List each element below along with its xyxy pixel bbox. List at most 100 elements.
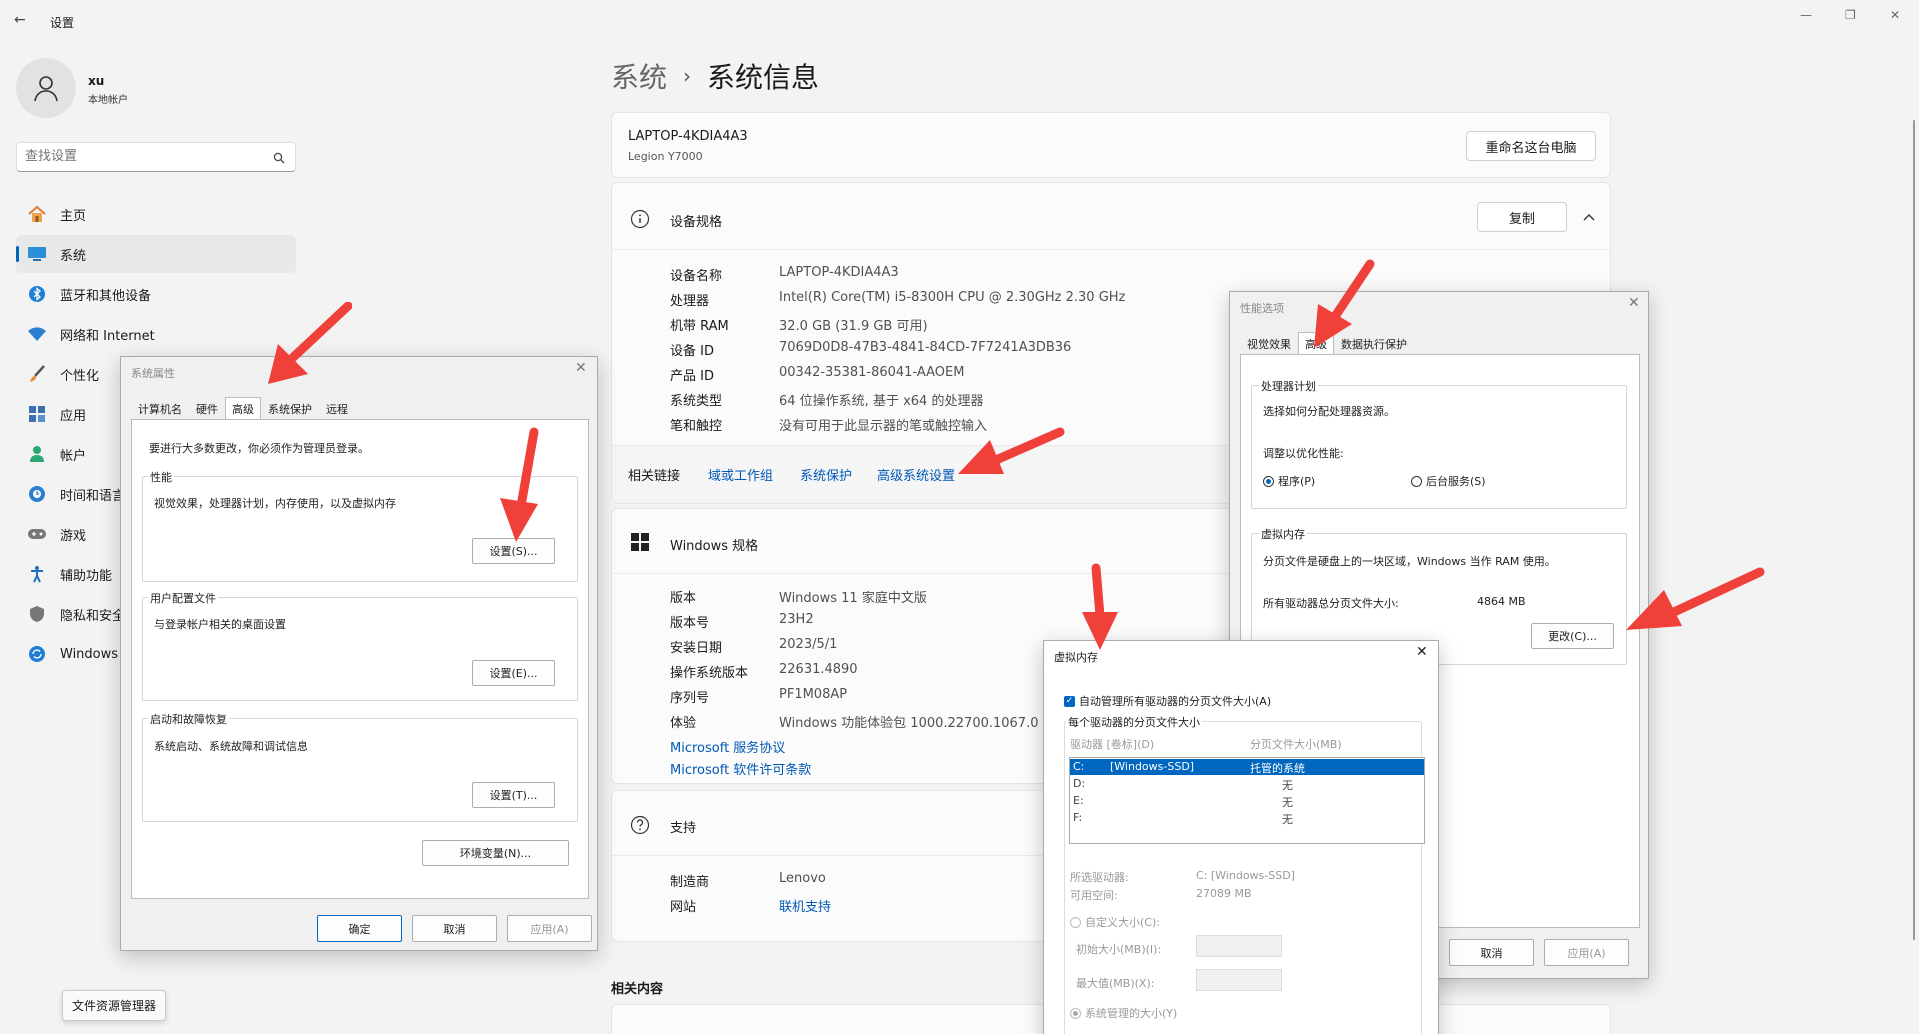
file-explorer-tooltip: 文件资源管理器 xyxy=(62,990,167,1021)
search-icon[interactable] xyxy=(273,152,285,164)
apply-button[interactable]: 应用(A) xyxy=(1544,939,1629,966)
environment-variables-button[interactable]: 环境变量(N)... xyxy=(422,840,569,866)
selected-drive-label: 所选驱动器: xyxy=(1070,871,1129,884)
sidebar-item-home[interactable]: 主页 xyxy=(16,195,296,233)
group-per-drive: 每个驱动器的分页文件大小 xyxy=(1066,714,1202,730)
drive-list[interactable]: C: [Windows-SSD] 托管的系统 D: 无 E: 无 F: 无 xyxy=(1069,757,1425,844)
spec-value: 64 位操作系统, 基于 x64 的处理器 xyxy=(779,394,984,409)
person-icon xyxy=(26,443,48,465)
apps-icon xyxy=(26,403,48,425)
spec-value: 00342-35381-86041-AAOEM xyxy=(779,365,965,380)
close-icon[interactable]: ✕ xyxy=(1416,644,1428,660)
link-ms-license-terms[interactable]: Microsoft 软件许可条款 xyxy=(670,759,811,778)
maximize-button[interactable]: ❐ xyxy=(1845,8,1856,22)
ok-button[interactable]: 确定 xyxy=(317,915,402,942)
spec-label: 系统类型 xyxy=(670,394,723,409)
vm-change-button[interactable]: 更改(C)... xyxy=(1531,623,1614,649)
col-drive: 驱动器 [卷标](D) xyxy=(1070,738,1155,751)
radio-checked-icon xyxy=(1263,475,1274,487)
spec-label: 设备名称 xyxy=(670,269,723,284)
scrollbar[interactable] xyxy=(1913,120,1915,940)
spec-label: 序列号 xyxy=(670,691,710,706)
apply-button[interactable]: 应用(A) xyxy=(507,915,592,942)
tab-visual-effects[interactable]: 视觉效果 xyxy=(1240,332,1298,355)
table-row[interactable]: D: 无 xyxy=(1070,776,1424,792)
tab-advanced[interactable]: 高级 xyxy=(225,397,261,420)
copy-button[interactable]: 复制 xyxy=(1477,202,1567,232)
sidebar-item-label: 个性化 xyxy=(60,368,100,384)
windows-logo-icon xyxy=(631,533,649,551)
table-row[interactable]: C: [Windows-SSD] 托管的系统 xyxy=(1070,759,1424,775)
sidebar-item-bluetooth[interactable]: 蓝牙和其他设备 xyxy=(16,275,296,313)
search-box[interactable] xyxy=(16,142,296,172)
windows-specs-title: Windows 规格 xyxy=(670,539,759,554)
spec-value: Intel(R) Core(TM) i5-8300H CPU @ 2.30GHz… xyxy=(779,290,1126,305)
sidebar-item-network[interactable]: 网络和 Internet xyxy=(16,315,296,353)
close-icon[interactable]: ✕ xyxy=(1628,295,1640,311)
page-title: 系统信息 xyxy=(707,61,820,94)
breadcrumb: 系统 › 系统信息 xyxy=(611,56,819,96)
max-size-label: 最大值(MB)(X): xyxy=(1076,977,1155,990)
tab-dep[interactable]: 数据执行保护 xyxy=(1334,332,1414,355)
drive-label: [Windows-SSD] xyxy=(1110,760,1195,773)
radio-custom-size[interactable]: 自定义大小(C): xyxy=(1070,914,1160,930)
link-online-support[interactable]: 联机支持 xyxy=(779,896,831,915)
spec-value: LAPTOP-4KDIA4A3 xyxy=(779,265,899,280)
cpu-adjust-label: 调整以优化性能: xyxy=(1263,447,1344,460)
dialog-title: 虚拟内存 xyxy=(1054,651,1098,664)
spec-label: 版本号 xyxy=(670,616,710,631)
wifi-icon xyxy=(26,323,48,345)
tab-advanced[interactable]: 高级 xyxy=(1298,332,1334,355)
col-size: 分页文件大小(MB) xyxy=(1250,738,1342,751)
initial-size-input[interactable] xyxy=(1196,935,1282,957)
virtual-memory-dialog: 虚拟内存 ✕ ✓ 自动管理所有驱动器的分页文件大小(A) 每个驱动器的分页文件大… xyxy=(1043,640,1439,1034)
sidebar-item-system[interactable]: 系统 xyxy=(16,235,296,273)
cancel-button[interactable]: 取消 xyxy=(412,915,497,942)
auto-manage-checkbox[interactable]: ✓ 自动管理所有驱动器的分页文件大小(A) xyxy=(1064,693,1271,709)
performance-settings-button[interactable]: 设置(S)... xyxy=(472,538,555,564)
tab-computer-name[interactable]: 计算机名 xyxy=(131,397,189,420)
link-domain-workgroup[interactable]: 域或工作组 xyxy=(708,465,773,484)
minimize-button[interactable]: — xyxy=(1800,8,1812,22)
link-advanced-system-settings[interactable]: 高级系统设置 xyxy=(877,465,955,484)
group-user-profiles: 用户配置文件 xyxy=(148,590,218,606)
spec-label: 体验 xyxy=(670,716,697,731)
radio-programs[interactable]: 程序(P) xyxy=(1263,473,1315,489)
dialog-title: 系统属性 xyxy=(131,367,175,380)
accessibility-icon xyxy=(26,563,48,585)
radio-system-managed[interactable]: 系统管理的大小(Y) xyxy=(1070,1005,1177,1021)
avatar[interactable] xyxy=(16,58,76,118)
max-size-input[interactable] xyxy=(1196,969,1282,991)
brush-icon xyxy=(26,363,48,385)
table-row[interactable]: E: 无 xyxy=(1070,793,1424,809)
table-row[interactable]: F: 无 xyxy=(1070,810,1424,826)
back-button[interactable]: ← xyxy=(14,12,26,28)
sidebar-item-label: 辅助功能 xyxy=(60,568,113,584)
cancel-button[interactable]: 取消 xyxy=(1449,939,1534,966)
tab-remote[interactable]: 远程 xyxy=(319,397,355,420)
profiles-settings-button[interactable]: 设置(E)... xyxy=(472,660,555,686)
search-input[interactable] xyxy=(25,149,255,164)
link-ms-services-agreement[interactable]: Microsoft 服务协议 xyxy=(670,737,785,756)
globe-clock-icon xyxy=(26,483,48,505)
profiles-desc: 与登录帐户相关的桌面设置 xyxy=(154,618,286,631)
tab-hardware[interactable]: 硬件 xyxy=(189,397,225,420)
breadcrumb-parent[interactable]: 系统 xyxy=(611,56,667,96)
close-icon[interactable]: ✕ xyxy=(575,360,587,376)
selected-drive-value: C: [Windows-SSD] xyxy=(1196,869,1295,882)
radio-label: 程序(P) xyxy=(1278,475,1316,488)
sidebar-item-label: 时间和语言 xyxy=(60,488,126,504)
radio-background-services[interactable]: 后台服务(S) xyxy=(1411,473,1486,489)
rename-pc-button[interactable]: 重命名这台电脑 xyxy=(1466,131,1596,161)
tab-system-protection[interactable]: 系统保护 xyxy=(261,397,319,420)
sidebar-item-label: 系统 xyxy=(60,248,87,264)
chevron-up-icon[interactable] xyxy=(1583,213,1595,221)
spec-value: 2023/5/1 xyxy=(779,637,838,652)
drive-size: 无 xyxy=(1282,813,1293,826)
spec-value: 7069D0D8-47B3-4841-84CD-7F7241A3DB36 xyxy=(779,340,1072,355)
drive-letter: E: xyxy=(1073,794,1084,807)
admin-note: 要进行大多数更改，你必须作为管理员登录。 xyxy=(149,442,369,455)
link-system-protection[interactable]: 系统保护 xyxy=(800,465,852,484)
startup-settings-button[interactable]: 设置(T)... xyxy=(472,782,555,808)
close-button[interactable]: ✕ xyxy=(1890,8,1900,22)
